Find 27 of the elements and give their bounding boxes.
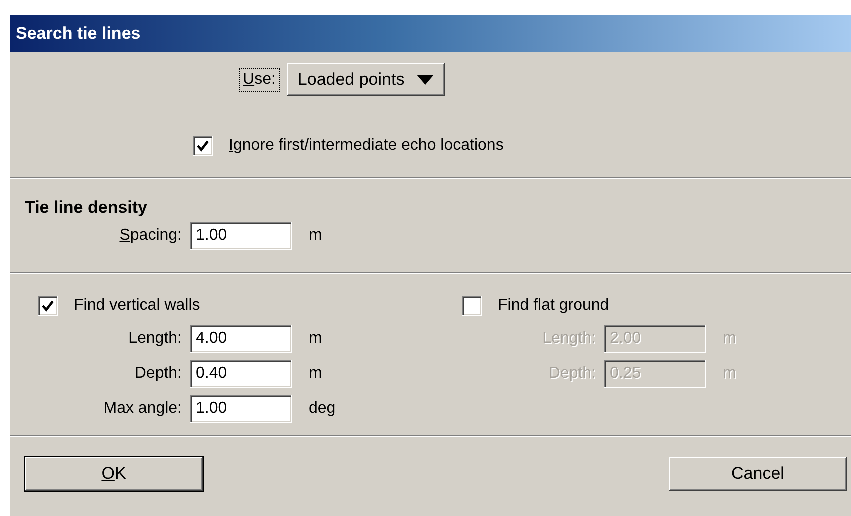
checkbox[interactable] [462, 296, 482, 316]
field-label: Spacing: [120, 226, 182, 244]
unit-label: m [309, 364, 324, 382]
unit-label: m [309, 226, 324, 244]
field-label: Max angle: [104, 400, 182, 418]
checkbox[interactable] [38, 296, 58, 316]
dialog-button[interactable]: Cancel [669, 457, 847, 491]
unit-label: deg [309, 400, 337, 418]
check-icon [41, 299, 55, 313]
input-field[interactable]: 4.00 [190, 324, 292, 352]
window-title: Search tie lines [10, 15, 851, 52]
dropdown[interactable]: Loaded points [286, 63, 445, 96]
checkbox-label: Find flat ground [498, 297, 610, 315]
input-field[interactable]: 1.00 [190, 222, 292, 250]
unit-label: m [309, 330, 324, 348]
input-field[interactable]: 1.00 [190, 394, 292, 422]
dialog-button[interactable]: OK [25, 457, 203, 491]
checkbox[interactable] [193, 136, 213, 156]
check-icon [196, 139, 210, 153]
dropdown-arrow-icon [416, 74, 434, 84]
checkbox-label: Ignore first/intermediate echo locations [229, 137, 504, 155]
field-label: Length: [128, 330, 182, 348]
section-heading: Tie line density [25, 198, 148, 218]
field-label: Depth: [134, 364, 182, 382]
checkbox-label: Find vertical walls [74, 297, 200, 315]
input-field[interactable]: 0.40 [190, 360, 292, 388]
field-label: Use: [240, 68, 279, 90]
